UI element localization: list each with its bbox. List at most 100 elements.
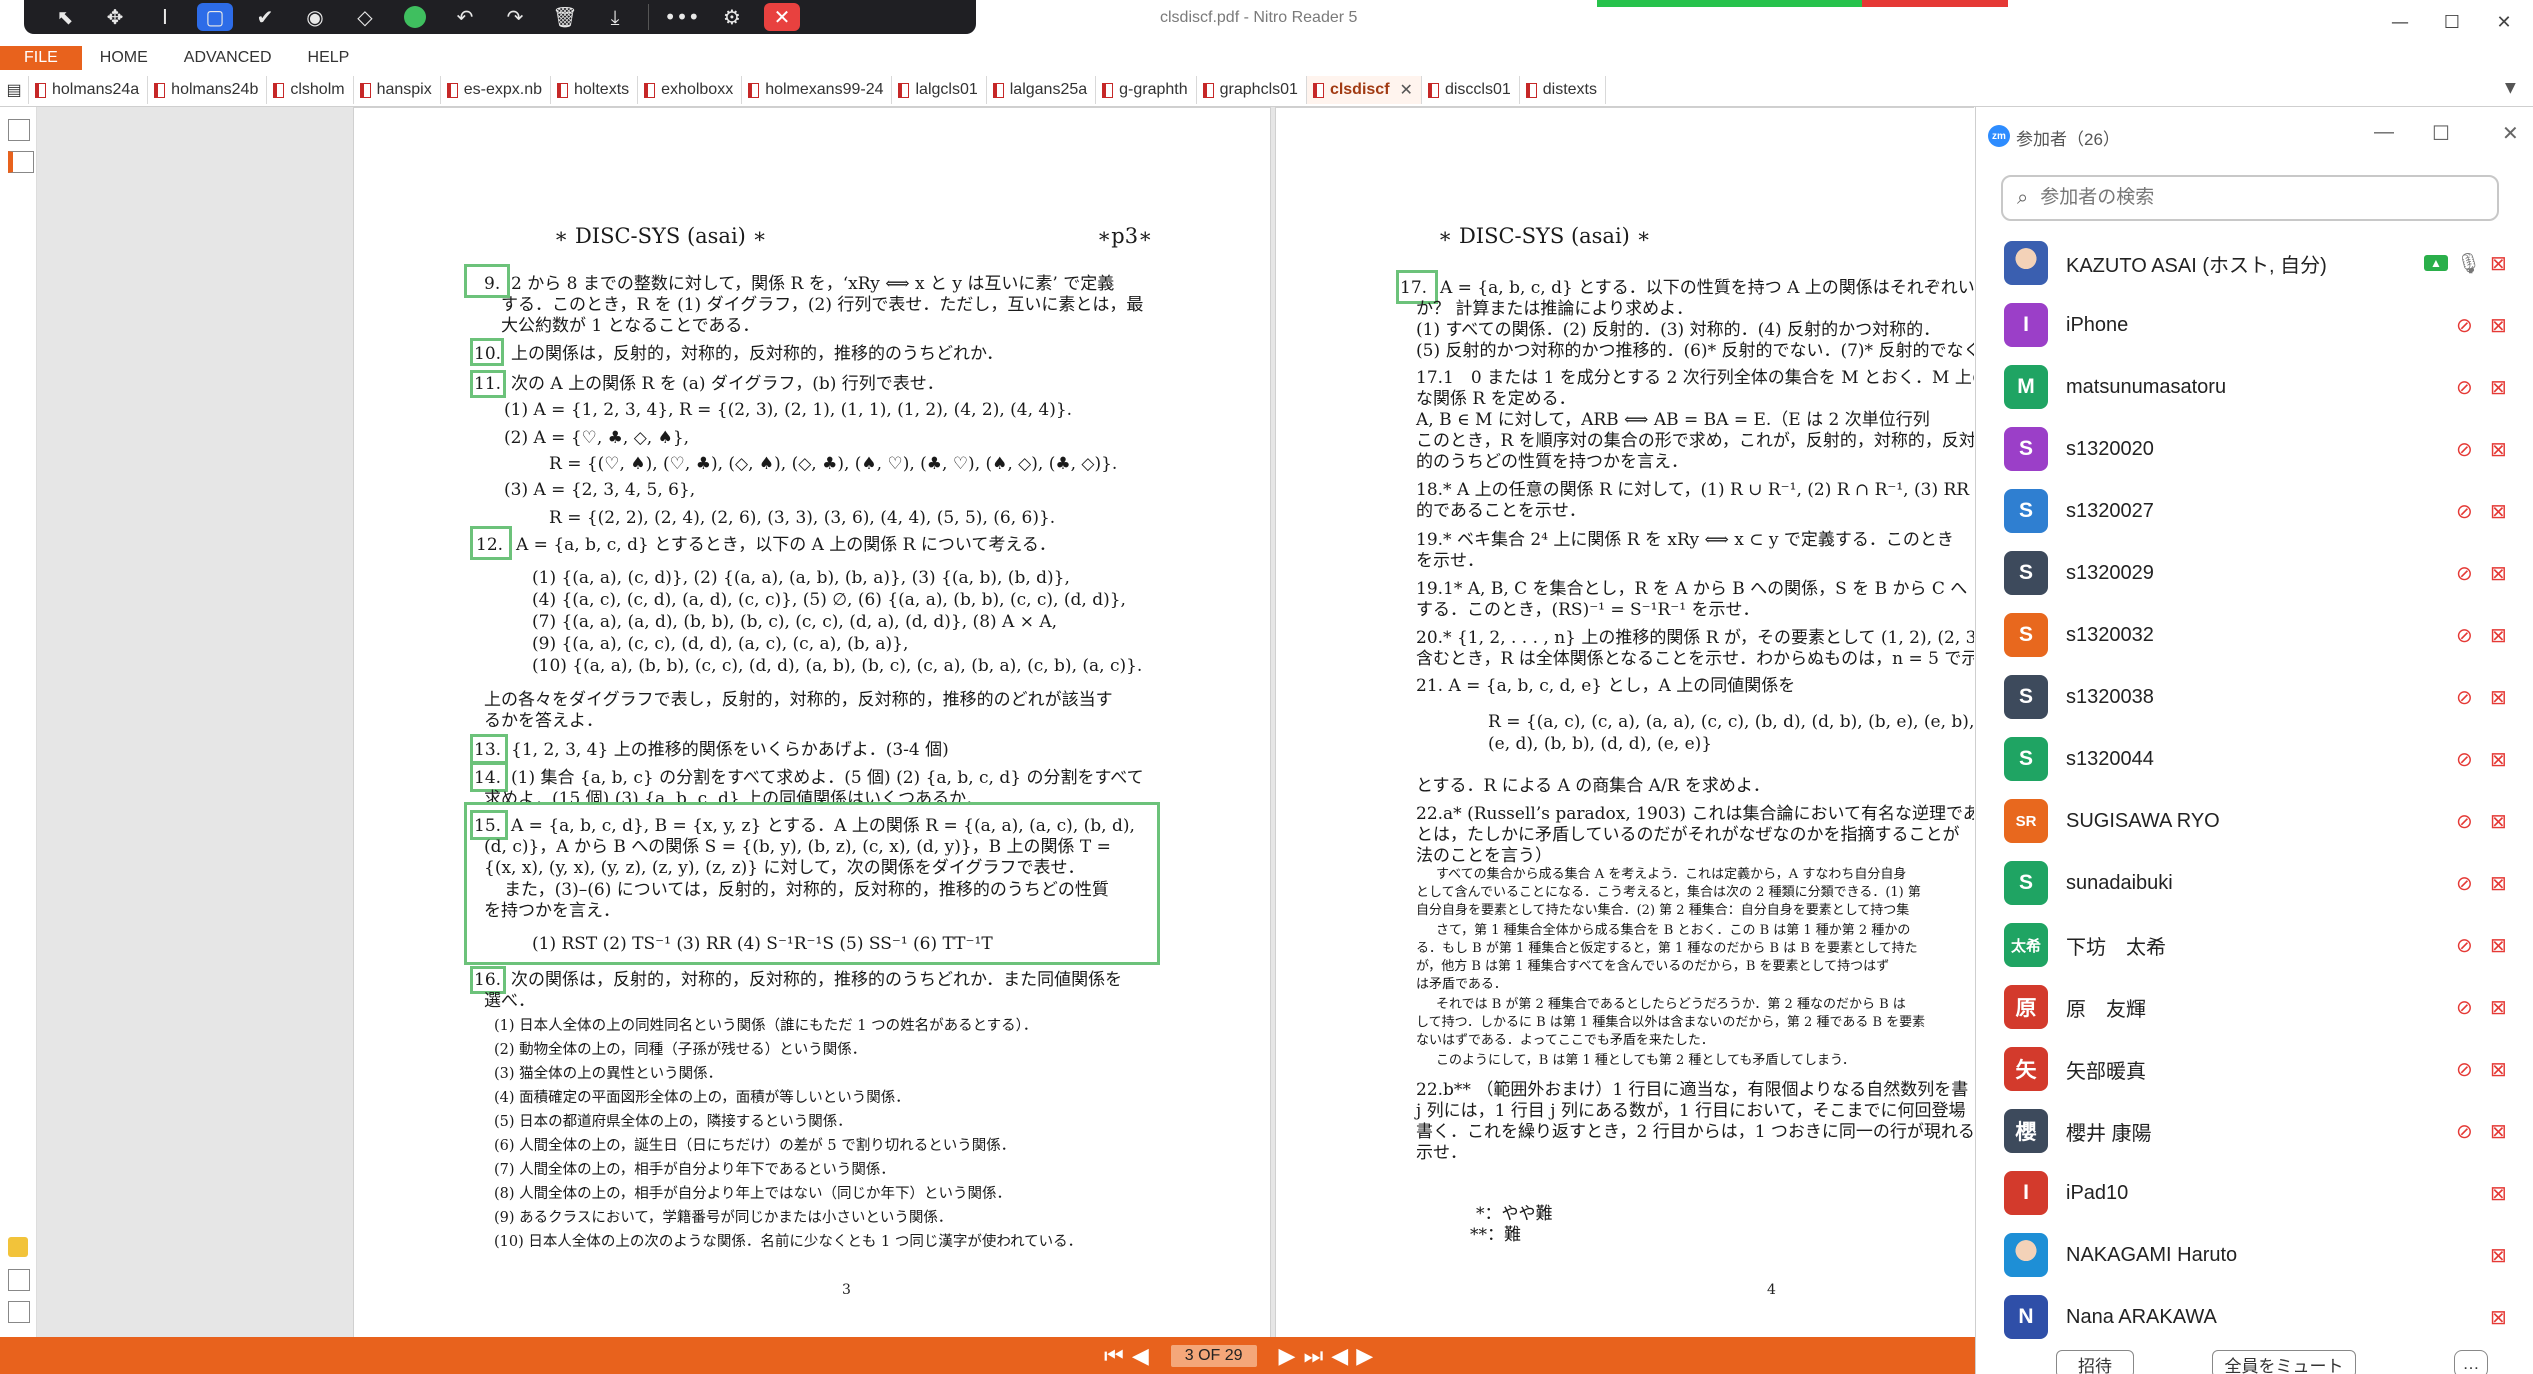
- maximize-button[interactable]: ☐: [2424, 4, 2480, 40]
- participant-row[interactable]: N Nana ARAKAWA ⊠: [1976, 1286, 2533, 1348]
- video-off-icon[interactable]: ⊠: [2490, 499, 2507, 524]
- microphone-muted-icon[interactable]: ⊘: [2456, 313, 2473, 338]
- back-view-icon[interactable]: ◀: [1331, 1343, 1348, 1369]
- tab-lalgcls01[interactable]: lalgcls01: [892, 76, 987, 104]
- microphone-muted-icon[interactable]: ⊘: [2456, 933, 2473, 958]
- more-icon[interactable]: •••: [657, 0, 707, 34]
- menu-advanced[interactable]: ADVANCED: [166, 46, 290, 70]
- tab-holmexans99-24[interactable]: holmexans99-24: [742, 76, 893, 104]
- tab-list-icon[interactable]: ▤: [0, 76, 29, 104]
- tab-overflow-chevron-icon[interactable]: ▼: [2505, 80, 2516, 96]
- redo-icon[interactable]: ↷: [490, 0, 540, 34]
- stop-share-indicator[interactable]: [1862, 0, 2008, 7]
- participant-row[interactable]: Ss1320038 ⊘ ⊠: [1976, 666, 2533, 728]
- video-off-icon[interactable]: ⊠: [2490, 685, 2507, 710]
- invite-button[interactable]: 招待: [2056, 1350, 2134, 1374]
- tab-holtexts[interactable]: holtexts: [551, 76, 639, 104]
- panel-minimize-icon[interactable]: —: [2374, 121, 2394, 144]
- tab-holmans24b[interactable]: holmans24b: [148, 76, 268, 104]
- page-indicator[interactable]: 3 OF 29: [1170, 1345, 1257, 1367]
- participant-row[interactable]: Ss1320044 ⊘ ⊠: [1976, 728, 2533, 790]
- pointer-tool-icon[interactable]: ⬉: [40, 0, 90, 34]
- participant-row[interactable]: KAZUTO ASAI (ホスト, 自分) ▲ 🎙 ⊠: [1976, 232, 2533, 294]
- tab-es-expx[interactable]: es-expx.nb: [441, 76, 551, 104]
- participant-row[interactable]: IiPhone ⊘ ⊠: [1976, 294, 2533, 356]
- video-off-icon[interactable]: ⊠: [2490, 561, 2507, 586]
- comments-panel-icon[interactable]: [8, 1237, 28, 1257]
- tab-distexts[interactable]: distexts: [1520, 76, 1606, 104]
- close-window-button[interactable]: ✕: [2476, 4, 2532, 40]
- tab-clsdiscf[interactable]: clsdiscf ✕: [1306, 76, 1422, 104]
- color-picker-icon[interactable]: [390, 0, 440, 34]
- bookmarks-panel-icon[interactable]: [8, 151, 34, 173]
- panel-close-icon[interactable]: ✕: [2502, 121, 2519, 146]
- participant-row[interactable]: Ss1320029 ⊘ ⊠: [1976, 542, 2533, 604]
- minimize-button[interactable]: —: [2372, 4, 2428, 40]
- next-page-icon[interactable]: ▶: [1279, 1343, 1296, 1369]
- video-off-icon[interactable]: ⊠: [2490, 1119, 2507, 1144]
- menu-help[interactable]: HELP: [290, 46, 368, 70]
- microphone-muted-icon[interactable]: ⊘: [2456, 1057, 2473, 1082]
- tab-clsholm[interactable]: clsholm: [267, 76, 354, 104]
- participant-row[interactable]: 太希 下坊 太希 ⊘ ⊠: [1976, 914, 2533, 976]
- attachments-panel-icon[interactable]: [8, 1269, 30, 1291]
- previous-page-icon[interactable]: ◀: [1132, 1343, 1149, 1369]
- participant-row[interactable]: SR SUGISAWA RYO ⊘ ⊠: [1976, 790, 2533, 852]
- user-settings-icon[interactable]: ⚙: [707, 0, 757, 34]
- download-icon[interactable]: ⤓: [590, 0, 640, 34]
- participant-search[interactable]: ⌕: [2001, 175, 2499, 221]
- participant-row[interactable]: NAKAGAMI Haruto ⊠: [1976, 1224, 2533, 1286]
- microphone-muted-icon[interactable]: ⊘: [2456, 499, 2473, 524]
- trash-icon[interactable]: 🗑: [540, 0, 590, 34]
- microphone-muted-icon[interactable]: ⊘: [2456, 747, 2473, 772]
- first-page-icon[interactable]: ⏮: [1104, 1343, 1124, 1369]
- participant-row[interactable]: Ssunadaibuki ⊘ ⊠: [1976, 852, 2533, 914]
- undo-icon[interactable]: ↶: [440, 0, 490, 34]
- video-off-icon[interactable]: ⊠: [2490, 1057, 2507, 1082]
- panel-maximize-icon[interactable]: ☐: [2432, 121, 2450, 146]
- video-off-icon[interactable]: ⊠: [2490, 375, 2507, 400]
- menu-home[interactable]: HOME: [82, 46, 166, 70]
- video-off-icon[interactable]: ⊠: [2490, 1181, 2507, 1206]
- forward-view-icon[interactable]: ▶: [1356, 1343, 1373, 1369]
- video-off-icon[interactable]: ⊠: [2490, 871, 2507, 896]
- video-off-icon[interactable]: ⊠: [2490, 747, 2507, 772]
- participant-row[interactable]: 櫻櫻井 康陽 ⊘ ⊠: [1976, 1100, 2533, 1162]
- microphone-muted-icon[interactable]: ⊘: [2456, 623, 2473, 648]
- microphone-muted-icon[interactable]: ⊘: [2456, 995, 2473, 1020]
- tab-lalgans25a[interactable]: lalgans25a: [987, 76, 1097, 104]
- participant-row[interactable]: Ss1320032 ⊘ ⊠: [1976, 604, 2533, 666]
- rectangle-tool-icon[interactable]: ▢: [190, 0, 240, 34]
- layers-panel-icon[interactable]: [8, 1301, 30, 1323]
- video-off-icon[interactable]: ⊠: [2490, 809, 2507, 834]
- participant-row[interactable]: 矢矢部暖真 ⊘ ⊠: [1976, 1038, 2533, 1100]
- microphone-muted-icon[interactable]: ⊘: [2456, 437, 2473, 462]
- video-off-icon[interactable]: ⊠: [2490, 251, 2507, 276]
- menu-file[interactable]: FILE: [0, 46, 82, 70]
- tab-holmans24a[interactable]: holmans24a: [29, 76, 149, 104]
- microphone-muted-icon[interactable]: ⊘: [2456, 561, 2473, 586]
- participant-search-input[interactable]: [2038, 186, 2463, 210]
- microphone-muted-icon[interactable]: ⊘: [2456, 1119, 2473, 1144]
- more-options-button[interactable]: …: [2454, 1350, 2488, 1374]
- tab-g-graphth[interactable]: g-graphth: [1096, 76, 1197, 104]
- microphone-muted-icon[interactable]: ⊘: [2456, 809, 2473, 834]
- video-off-icon[interactable]: ⊠: [2490, 1305, 2507, 1330]
- video-off-icon[interactable]: ⊠: [2490, 933, 2507, 958]
- participant-row[interactable]: 原原 友輝 ⊘ ⊠: [1976, 976, 2533, 1038]
- move-tool-icon[interactable]: ✥: [90, 0, 140, 34]
- video-off-icon[interactable]: ⊠: [2490, 995, 2507, 1020]
- tab-exholboxx[interactable]: exholboxx: [638, 76, 743, 104]
- eraser-tool-icon[interactable]: ◇: [340, 0, 390, 34]
- video-off-icon[interactable]: ⊠: [2490, 313, 2507, 338]
- microphone-muted-icon[interactable]: ⊘: [2456, 375, 2473, 400]
- close-toolbar-button[interactable]: ✕: [757, 0, 807, 34]
- video-off-icon[interactable]: ⊠: [2490, 1243, 2507, 1268]
- participant-row[interactable]: IiPad10 ⊠: [1976, 1162, 2533, 1224]
- last-page-icon[interactable]: ⏭: [1303, 1343, 1323, 1369]
- video-off-icon[interactable]: ⊠: [2490, 437, 2507, 462]
- tab-disccls01[interactable]: disccls01: [1422, 76, 1520, 104]
- document-viewer[interactable]: ∗ DISC-SYS (asai) ∗ ∗p3∗ 9. 2 から 8 までの整数…: [37, 107, 1974, 1337]
- close-tab-icon[interactable]: ✕: [1400, 80, 1413, 100]
- microphone-icon[interactable]: 🎙: [2456, 251, 2481, 276]
